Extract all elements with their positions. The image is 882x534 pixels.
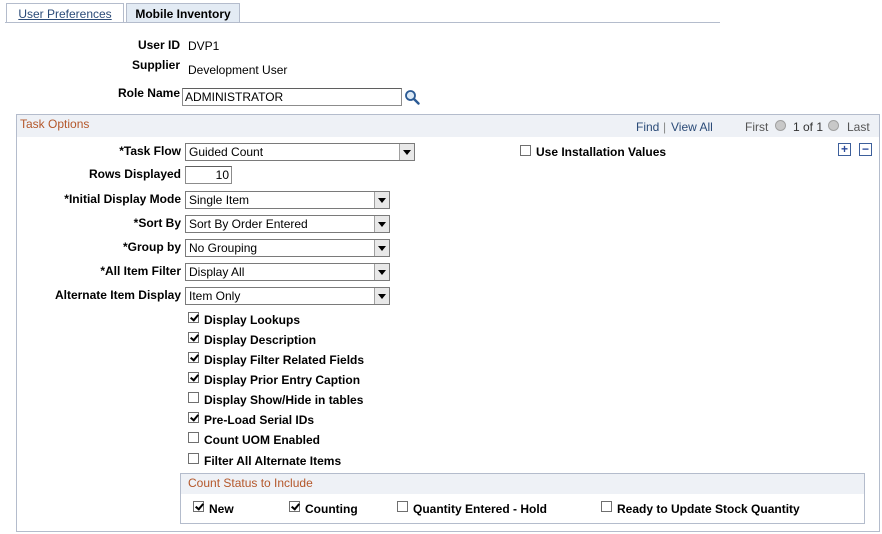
user-id-label: User ID: [137, 38, 180, 52]
chevron-down-icon: [374, 216, 389, 232]
display-prior-entry-caption-checkbox[interactable]: [188, 372, 199, 383]
tab-user-preferences-label: User Preferences: [18, 7, 112, 21]
display-description-checkbox[interactable]: [188, 332, 199, 343]
chevron-down-icon: [374, 264, 389, 280]
pre-load-serial-ids-label: Pre-Load Serial IDs: [204, 413, 315, 427]
chevron-down-icon: [374, 192, 389, 208]
status-new-label: New: [209, 502, 234, 516]
group-by-label: *Group by: [122, 240, 181, 254]
find-link[interactable]: Find: [636, 120, 659, 134]
all-item-filter-select[interactable]: Display All: [185, 263, 390, 281]
display-lookups-checkbox[interactable]: [188, 312, 199, 323]
filter-all-alternate-items-checkbox[interactable]: [188, 453, 199, 464]
first-label: First: [745, 120, 769, 134]
group-by-select[interactable]: No Grouping: [185, 239, 390, 257]
count-status-title: Count Status to Include: [188, 476, 313, 490]
group-by-value: No Grouping: [189, 241, 258, 255]
display-filter-related-fields-label: Display Filter Related Fields: [204, 353, 365, 367]
display-filter-related-fields-checkbox[interactable]: [188, 352, 199, 363]
supplier-label: Supplier: [131, 58, 180, 72]
tab-mobile-inventory-label: Mobile Inventory: [135, 7, 231, 21]
view-all-link[interactable]: View All: [671, 120, 713, 134]
supplier-value: Development User: [188, 63, 288, 77]
alternate-item-display-label: Alternate Item Display: [54, 288, 181, 302]
lookup-icon[interactable]: [404, 89, 420, 105]
sort-by-value: Sort By Order Entered: [189, 217, 308, 231]
task-flow-select[interactable]: Guided Count: [185, 143, 415, 161]
status-ready-to-update-checkbox[interactable]: [601, 501, 612, 512]
sort-by-select[interactable]: Sort By Order Entered: [185, 215, 390, 233]
all-item-filter-label: *All Item Filter: [100, 264, 181, 278]
count-uom-enabled-checkbox[interactable]: [188, 432, 199, 443]
nav-separator: |: [663, 120, 667, 134]
initial-display-mode-label: *Initial Display Mode: [64, 192, 181, 206]
tab-user-preferences[interactable]: User Preferences: [6, 3, 124, 23]
status-quantity-entered-hold-checkbox[interactable]: [397, 501, 408, 512]
sort-by-label: *Sort By: [133, 216, 181, 230]
filter-all-alternate-items-label: Filter All Alternate Items: [204, 454, 342, 468]
task-flow-value: Guided Count: [189, 145, 264, 159]
chevron-down-icon: [374, 240, 389, 256]
display-lookups-label: Display Lookups: [204, 313, 301, 327]
previous-icon[interactable]: [775, 120, 786, 131]
all-item-filter-value: Display All: [189, 265, 245, 279]
page-info: 1 of 1: [793, 120, 824, 134]
task-options-title: Task Options: [20, 117, 90, 131]
alternate-item-display-select[interactable]: Item Only: [185, 287, 390, 305]
next-icon[interactable]: [828, 120, 839, 131]
last-label: Last: [847, 120, 870, 134]
rows-displayed-label: Rows Displayed: [88, 167, 181, 181]
initial-display-mode-value: Single Item: [189, 193, 250, 207]
rows-displayed-input[interactable]: 10: [185, 166, 232, 184]
use-installation-values-label: Use Installation Values: [536, 145, 667, 159]
initial-display-mode-select[interactable]: Single Item: [185, 191, 390, 209]
status-counting-checkbox[interactable]: [289, 501, 300, 512]
tab-divider: [5, 22, 720, 23]
status-counting-label: Counting: [305, 502, 358, 516]
display-show-hide-checkbox[interactable]: [188, 392, 199, 403]
add-row-icon[interactable]: +: [838, 143, 851, 156]
display-prior-entry-caption-label: Display Prior Entry Caption: [204, 373, 361, 387]
status-quantity-entered-hold-label: Quantity Entered - Hold: [413, 502, 548, 516]
display-description-label: Display Description: [204, 333, 317, 347]
display-show-hide-label: Display Show/Hide in tables: [204, 393, 364, 407]
status-ready-to-update-label: Ready to Update Stock Quantity: [617, 502, 800, 516]
count-uom-enabled-label: Count UOM Enabled: [204, 433, 320, 447]
use-installation-values-checkbox[interactable]: [520, 145, 531, 156]
status-new-checkbox[interactable]: [193, 501, 204, 512]
tab-mobile-inventory[interactable]: Mobile Inventory: [126, 3, 240, 23]
task-flow-label: *Task Flow: [119, 144, 181, 158]
role-name-label: Role Name: [117, 86, 180, 100]
delete-row-icon[interactable]: −: [859, 143, 872, 156]
chevron-down-icon: [374, 288, 389, 304]
alternate-item-display-value: Item Only: [189, 289, 241, 303]
chevron-down-icon: [399, 144, 414, 160]
pre-load-serial-ids-checkbox[interactable]: [188, 412, 199, 423]
user-id-value: DVP1: [188, 39, 220, 53]
role-name-input[interactable]: ADMINISTRATOR: [182, 88, 402, 106]
